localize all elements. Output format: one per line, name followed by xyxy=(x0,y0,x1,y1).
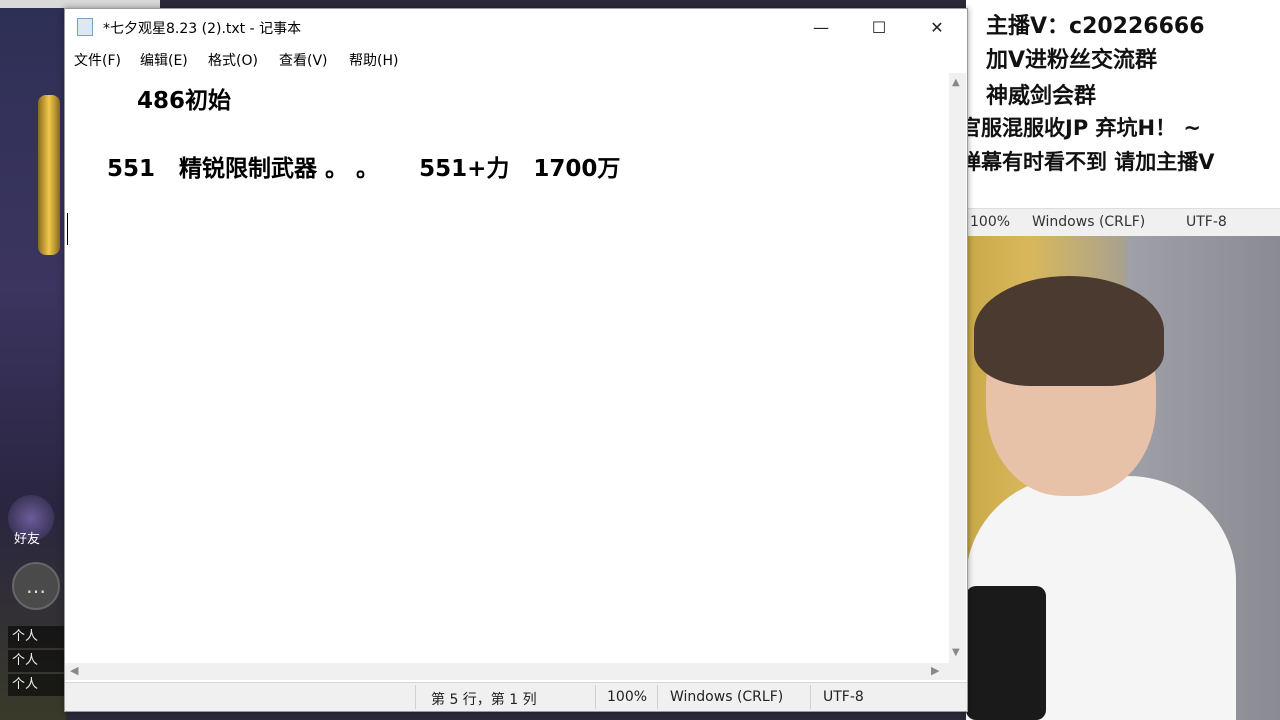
scrollbar-corner xyxy=(949,663,966,680)
menu-format[interactable]: 格式(O) xyxy=(208,50,258,70)
scroll-left-icon[interactable]: ◀ xyxy=(70,664,78,677)
friend-label: 好友 xyxy=(14,532,41,547)
webcam-person-hair xyxy=(974,276,1164,386)
microphone xyxy=(966,586,1046,720)
status-divider xyxy=(595,685,596,709)
menu-file[interactable]: 文件(F) xyxy=(74,50,121,70)
notepad-icon xyxy=(77,18,93,36)
menu-help[interactable]: 帮助(H) xyxy=(349,50,398,70)
window-title: *七夕观星8.23 (2).txt - 记事本 xyxy=(103,21,302,37)
title-bar[interactable]: *七夕观星8.23 (2).txt - 记事本 — ☐ ✕ xyxy=(65,9,967,45)
close-button[interactable]: ✕ xyxy=(909,9,965,45)
overlay-line: 加V进粉丝交流群 xyxy=(986,48,1158,73)
zoom-level: 100% xyxy=(607,689,648,705)
encoding: UTF-8 xyxy=(823,689,864,705)
overlay-line-ending: Windows (CRLF) xyxy=(1032,214,1146,230)
scroll-up-icon[interactable]: ▲ xyxy=(952,77,960,88)
overlay-status-bar: 100% Windows (CRLF) UTF-8 xyxy=(966,208,1280,237)
editor-line: 551 精锐限制武器 。 。 551+力 1700万 xyxy=(107,156,621,182)
vertical-scrollbar[interactable]: ▲ ▼ xyxy=(949,73,966,663)
side-message: 个人 xyxy=(8,674,64,696)
side-message: 个人 xyxy=(8,626,64,648)
tassel-decoration xyxy=(38,95,60,255)
scroll-right-icon[interactable]: ▶ xyxy=(931,664,939,677)
overlay-line: 神威剑会群 xyxy=(986,84,1097,109)
chat-icon[interactable]: … xyxy=(12,562,60,610)
status-divider xyxy=(810,685,811,709)
horizontal-scrollbar[interactable]: ◀ ▶ xyxy=(65,663,949,680)
line-ending: Windows (CRLF) xyxy=(670,689,784,705)
minimize-button[interactable]: — xyxy=(793,9,849,45)
menu-bar: 文件(F) 编辑(E) 格式(O) 查看(V) 帮助(H) xyxy=(65,49,967,71)
menu-edit[interactable]: 编辑(E) xyxy=(140,50,188,70)
menu-view[interactable]: 查看(V) xyxy=(279,50,328,70)
overlay-line: 官服混服收JP 弃坑H！ ~ xyxy=(960,116,1201,140)
status-bar: 第 5 行，第 1 列 100% Windows (CRLF) UTF-8 xyxy=(65,682,967,711)
notepad-window: *七夕观星8.23 (2).txt - 记事本 — ☐ ✕ 文件(F) 编辑(E… xyxy=(64,8,968,712)
status-divider xyxy=(415,685,416,709)
text-caret xyxy=(67,213,68,245)
game-top-bar xyxy=(0,0,160,8)
status-divider xyxy=(657,685,658,709)
side-message: 个人 xyxy=(8,650,64,672)
overlay-encoding: UTF-8 xyxy=(1186,214,1227,230)
overlay-zoom: 100% xyxy=(970,214,1011,230)
cursor-position: 第 5 行，第 1 列 xyxy=(431,692,537,708)
scroll-down-icon[interactable]: ▼ xyxy=(952,647,960,658)
text-editor[interactable]: 486初始 551 精锐限制武器 。 。 551+力 1700万 xyxy=(65,73,949,663)
overlay-line: 主播V：c20226666 xyxy=(986,14,1205,39)
overlay-line: 弹幕有时看不到 请加主播V xyxy=(960,150,1215,174)
maximize-button[interactable]: ☐ xyxy=(851,9,907,45)
editor-line: 486初始 xyxy=(137,88,232,114)
streamer-info-overlay: 主播V：c20226666 加V进粉丝交流群 神威剑会群 官服混服收JP 弃坑H… xyxy=(960,0,1280,208)
webcam-feed xyxy=(966,236,1280,720)
